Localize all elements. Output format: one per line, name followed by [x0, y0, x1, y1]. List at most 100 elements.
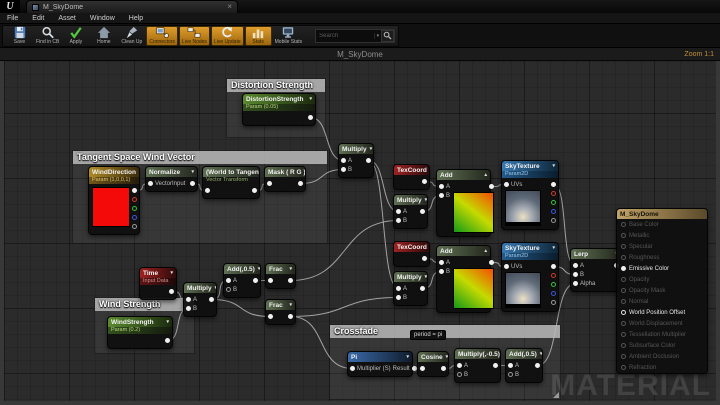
node-dist[interactable]: DistortionStrength▾Param (0.05): [242, 93, 316, 126]
node-winddir[interactable]: WindDirection▾Param (1,0,0,1): [88, 166, 140, 235]
output-pin-white[interactable]: [165, 338, 170, 343]
output-pin-green[interactable]: [551, 200, 556, 205]
material-input-pin[interactable]: [621, 343, 626, 348]
output-pin-white[interactable]: [132, 188, 137, 193]
node-add1[interactable]: Add▴AB: [436, 169, 491, 237]
input-pin-A[interactable]: [341, 158, 346, 163]
input-pin-B[interactable]: [396, 295, 401, 300]
output-pin-gray[interactable]: [132, 224, 137, 229]
node-addh[interactable]: Add(,0.5)▾AB: [223, 263, 261, 298]
search-button[interactable]: [381, 30, 394, 42]
material-input-ambient-occlusion[interactable]: Ambient Occlusion: [617, 351, 707, 362]
material-input-specular[interactable]: Specular: [617, 241, 707, 252]
collapse-arrow-icon[interactable]: ▾: [309, 96, 312, 102]
material-input-pin[interactable]: [621, 222, 626, 227]
input-pin-B[interactable]: [186, 306, 191, 311]
material-graph-canvas[interactable]: M_SkyDome Zoom 1:1 MATERIAL Distortion S…: [0, 48, 720, 405]
output-pin-white[interactable]: [253, 278, 258, 283]
collapse-arrow-icon[interactable]: ▾: [425, 274, 427, 280]
material-input-emissive-color[interactable]: Emissive Color: [617, 263, 707, 274]
output-pin-white[interactable]: [551, 182, 556, 187]
node-sky1[interactable]: SkyTexture▾Param2DUVs: [501, 160, 559, 230]
collapse-arrow-icon[interactable]: ▾: [370, 146, 373, 152]
input-pin-A[interactable]: [508, 363, 513, 368]
node-frac1[interactable]: Frac▾: [265, 263, 296, 289]
input-pin-A[interactable]: [186, 297, 191, 302]
input-pin-B[interactable]: [341, 167, 346, 172]
output-pin-white[interactable]: [420, 286, 425, 291]
collapse-arrow-icon[interactable]: ▾: [406, 354, 409, 360]
material-input-base-color[interactable]: Base Color: [617, 219, 707, 230]
node-mul2[interactable]: Multiply▾AB: [393, 194, 428, 229]
output-pin-white[interactable]: [489, 260, 494, 265]
material-input-pin[interactable]: [621, 321, 626, 326]
tab-close-icon[interactable]: ×: [227, 3, 232, 11]
material-input-pin[interactable]: [621, 266, 626, 271]
live-nodes-button[interactable]: Live Nodes: [179, 26, 210, 46]
input-pin-0[interactable]: [268, 278, 273, 283]
menu-help[interactable]: Help: [122, 13, 150, 24]
input-pin-0[interactable]: [268, 314, 273, 319]
input-pin-B[interactable]: [439, 193, 444, 198]
menu-asset[interactable]: Asset: [51, 13, 83, 24]
output-pin-green[interactable]: [551, 282, 556, 287]
input-pin-0[interactable]: [205, 188, 210, 193]
output-pin-white[interactable]: [441, 366, 446, 371]
node-mulneg[interactable]: Multiply(,-0.5)▾AB: [454, 348, 501, 383]
material-input-pin[interactable]: [621, 244, 626, 249]
input-pin-0[interactable]: [267, 181, 272, 186]
collapse-arrow-icon[interactable]: ▾: [170, 270, 173, 276]
collapse-arrow-icon[interactable]: ▴: [484, 172, 487, 178]
output-pin-gray[interactable]: [551, 300, 556, 305]
material-input-opacity-mask[interactable]: Opacity Mask: [617, 285, 707, 296]
material-input-metallic[interactable]: Metallic: [617, 230, 707, 241]
material-input-pin[interactable]: [621, 365, 626, 370]
material-input-opacity[interactable]: Opacity: [617, 274, 707, 285]
collapse-arrow-icon[interactable]: ▾: [166, 319, 169, 325]
apply-button[interactable]: Apply: [62, 26, 89, 46]
output-pin-white[interactable]: [489, 184, 494, 189]
output-pin-gray[interactable]: [551, 218, 556, 223]
output-pin-blue[interactable]: [551, 291, 556, 296]
input-pin-A[interactable]: [396, 286, 401, 291]
node-normalize[interactable]: Normalize▾VectorInput: [145, 166, 198, 192]
output-pin-white[interactable]: [422, 179, 427, 184]
input-pin-UVs[interactable]: [504, 182, 509, 187]
node-tex1[interactable]: TexCoord▾: [393, 164, 430, 190]
input-pin-A[interactable]: [396, 209, 401, 214]
input-pin-0[interactable]: [420, 366, 425, 371]
material-input-pin[interactable]: [621, 255, 626, 260]
save-button[interactable]: Save: [6, 26, 33, 46]
material-input-world-position-offset[interactable]: World Position Offset: [617, 307, 707, 318]
collapse-arrow-icon[interactable]: ▾: [446, 354, 448, 360]
material-input-pin[interactable]: [621, 233, 626, 238]
input-pin-Multiplier (S)[interactable]: [350, 366, 355, 371]
collapse-arrow-icon[interactable]: ▾: [258, 266, 260, 272]
node-windstr[interactable]: WindStrength▾Param (0.2): [107, 316, 173, 349]
output-pin-white[interactable]: [252, 188, 257, 193]
collapse-arrow-icon[interactable]: ▾: [191, 169, 194, 175]
material-input-normal[interactable]: Normal: [617, 296, 707, 307]
material-input-subsurface-color[interactable]: Subsurface Color: [617, 340, 707, 351]
material-input-pin[interactable]: [621, 310, 626, 315]
document-tab[interactable]: M_SkyDome ×: [26, 0, 238, 13]
search-input[interactable]: [316, 33, 373, 39]
collapse-arrow-icon[interactable]: ▾: [425, 197, 427, 203]
collapse-arrow-icon[interactable]: ▾: [540, 351, 542, 357]
output-pin-white[interactable]: [551, 264, 556, 269]
collapse-arrow-icon[interactable]: ▾: [289, 302, 292, 308]
node-mul1[interactable]: Multiply▾AB: [338, 143, 374, 178]
output-pin-blue[interactable]: [551, 209, 556, 214]
output-pin-white[interactable]: [493, 363, 498, 368]
input-pin-A[interactable]: [573, 263, 578, 268]
menu-file[interactable]: File: [0, 13, 25, 24]
material-input-refraction[interactable]: Refraction: [617, 362, 707, 373]
output-pin-white[interactable]: [412, 366, 417, 371]
input-pin-A[interactable]: [226, 278, 231, 283]
connectors-button[interactable]: Connectors: [146, 26, 178, 46]
comment-group-title[interactable]: Tangent Space Wind Vector: [73, 151, 327, 164]
output-pin-white[interactable]: [422, 256, 427, 261]
output-pin-red[interactable]: [551, 273, 556, 278]
node-sky2[interactable]: SkyTexture▾Param2DUVs: [501, 242, 559, 312]
material-input-roughness[interactable]: Roughness: [617, 252, 707, 263]
